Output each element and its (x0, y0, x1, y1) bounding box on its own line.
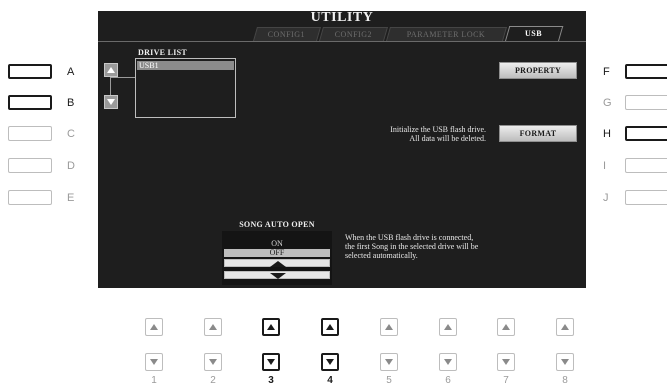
property-button[interactable]: PROPERTY (499, 62, 577, 79)
down-arrow-icon (326, 359, 334, 365)
down-arrow-icon (502, 359, 510, 365)
panel-up-button-4[interactable] (321, 318, 339, 336)
panel-up-button-5[interactable] (380, 318, 398, 336)
up-arrow-icon (209, 324, 217, 330)
song-auto-open-title: SONG AUTO OPEN (239, 220, 315, 229)
down-arrow-icon (107, 99, 115, 105)
panel-down-button-5[interactable] (380, 353, 398, 371)
button-c-label: C (67, 128, 75, 140)
panel-column-number-3: 3 (268, 375, 274, 386)
double-down-arrow-icon (270, 273, 286, 279)
panel-column-number-6: 6 (445, 375, 451, 386)
button-c[interactable] (8, 126, 52, 141)
tab-parameter-lock[interactable]: PARAMETER LOCK (385, 27, 508, 41)
button-d[interactable] (8, 158, 52, 173)
song-auto-open-on[interactable]: ON (224, 240, 330, 248)
panel-column-number-4: 4 (327, 375, 333, 386)
button-h[interactable] (625, 126, 667, 141)
panel-down-button-4[interactable] (321, 353, 339, 371)
format-message-line1: Initialize the USB flash drive. (390, 125, 486, 134)
button-h-label: H (603, 128, 611, 140)
tab-usb-label: USB (525, 29, 543, 38)
drive-up-button[interactable] (104, 63, 118, 77)
lcd-screen: UTILITY CONFIG1 CONFIG2 PARAMETER LOCK U… (98, 10, 586, 288)
song-auto-open-desc-line2: the first Song in the selected drive wil… (345, 242, 479, 251)
up-arrow-icon (502, 324, 510, 330)
drive-list[interactable]: USB1 (135, 58, 236, 118)
panel-down-button-8[interactable] (556, 353, 574, 371)
panel-up-button-2[interactable] (204, 318, 222, 336)
button-i-label: I (603, 160, 607, 172)
down-arrow-icon (385, 359, 393, 365)
panel-up-button-8[interactable] (556, 318, 574, 336)
button-f-label: F (603, 66, 610, 78)
panel-up-button-3[interactable] (262, 318, 280, 336)
down-arrow-icon (561, 359, 569, 365)
down-arrow-icon (209, 359, 217, 365)
tab-usb[interactable]: USB (504, 26, 564, 42)
button-e[interactable] (8, 190, 52, 205)
up-arrow-icon (444, 324, 452, 330)
button-g-label: G (603, 97, 612, 109)
up-arrow-icon (326, 324, 334, 330)
song-auto-open-desc-line3: selected automatically. (345, 251, 418, 260)
button-e-label: E (67, 192, 75, 204)
button-g[interactable] (625, 95, 667, 110)
tab-config1[interactable]: CONFIG1 (252, 27, 322, 41)
button-b-label: B (67, 97, 75, 109)
format-message-line2: All data will be deleted. (409, 134, 486, 143)
panel-column-number-7: 7 (503, 375, 509, 386)
up-arrow-icon (107, 67, 115, 73)
tab-divider (98, 41, 586, 42)
song-auto-open-desc-line1: When the USB flash drive is connected, (345, 233, 474, 242)
tab-parameter-lock-label: PARAMETER LOCK (406, 30, 486, 39)
song-auto-open-selector[interactable]: ON OFF (222, 231, 332, 285)
panel-column-number-5: 5 (386, 375, 392, 386)
down-arrow-icon (150, 359, 158, 365)
up-arrow-icon (150, 324, 158, 330)
song-auto-open-up-button[interactable] (224, 259, 330, 267)
panel-column-number-2: 2 (210, 375, 216, 386)
panel-column-number-8: 8 (562, 375, 568, 386)
panel-down-button-3[interactable] (262, 353, 280, 371)
tab-config1-label: CONFIG1 (268, 30, 306, 39)
up-arrow-icon (267, 324, 275, 330)
double-up-arrow-icon (270, 261, 286, 267)
song-auto-open-down-button[interactable] (224, 271, 330, 279)
list-connector (110, 77, 135, 96)
format-button[interactable]: FORMAT (499, 125, 577, 142)
button-j[interactable] (625, 190, 667, 205)
panel-up-button-7[interactable] (497, 318, 515, 336)
screen-title: UTILITY (310, 10, 374, 25)
panel-down-button-1[interactable] (145, 353, 163, 371)
panel-down-button-2[interactable] (204, 353, 222, 371)
up-arrow-icon (385, 324, 393, 330)
drive-down-button[interactable] (104, 95, 118, 109)
panel-column-number-1: 1 (151, 375, 157, 386)
panel-down-button-6[interactable] (439, 353, 457, 371)
song-auto-open-off[interactable]: OFF (224, 249, 330, 257)
tab-config2-label: CONFIG2 (334, 30, 372, 39)
button-a[interactable] (8, 64, 52, 79)
drive-list-title: DRIVE LIST (138, 48, 188, 57)
button-i[interactable] (625, 158, 667, 173)
down-arrow-icon (444, 359, 452, 365)
panel-up-button-6[interactable] (439, 318, 457, 336)
drive-item-usb1[interactable]: USB1 (137, 61, 234, 70)
panel-up-button-1[interactable] (145, 318, 163, 336)
button-j-label: J (603, 192, 609, 204)
tab-config2[interactable]: CONFIG2 (318, 27, 389, 41)
button-b[interactable] (8, 95, 52, 110)
button-f[interactable] (625, 64, 667, 79)
up-arrow-icon (561, 324, 569, 330)
down-arrow-icon (267, 359, 275, 365)
button-d-label: D (67, 160, 75, 172)
panel-down-button-7[interactable] (497, 353, 515, 371)
button-a-label: A (67, 66, 75, 78)
